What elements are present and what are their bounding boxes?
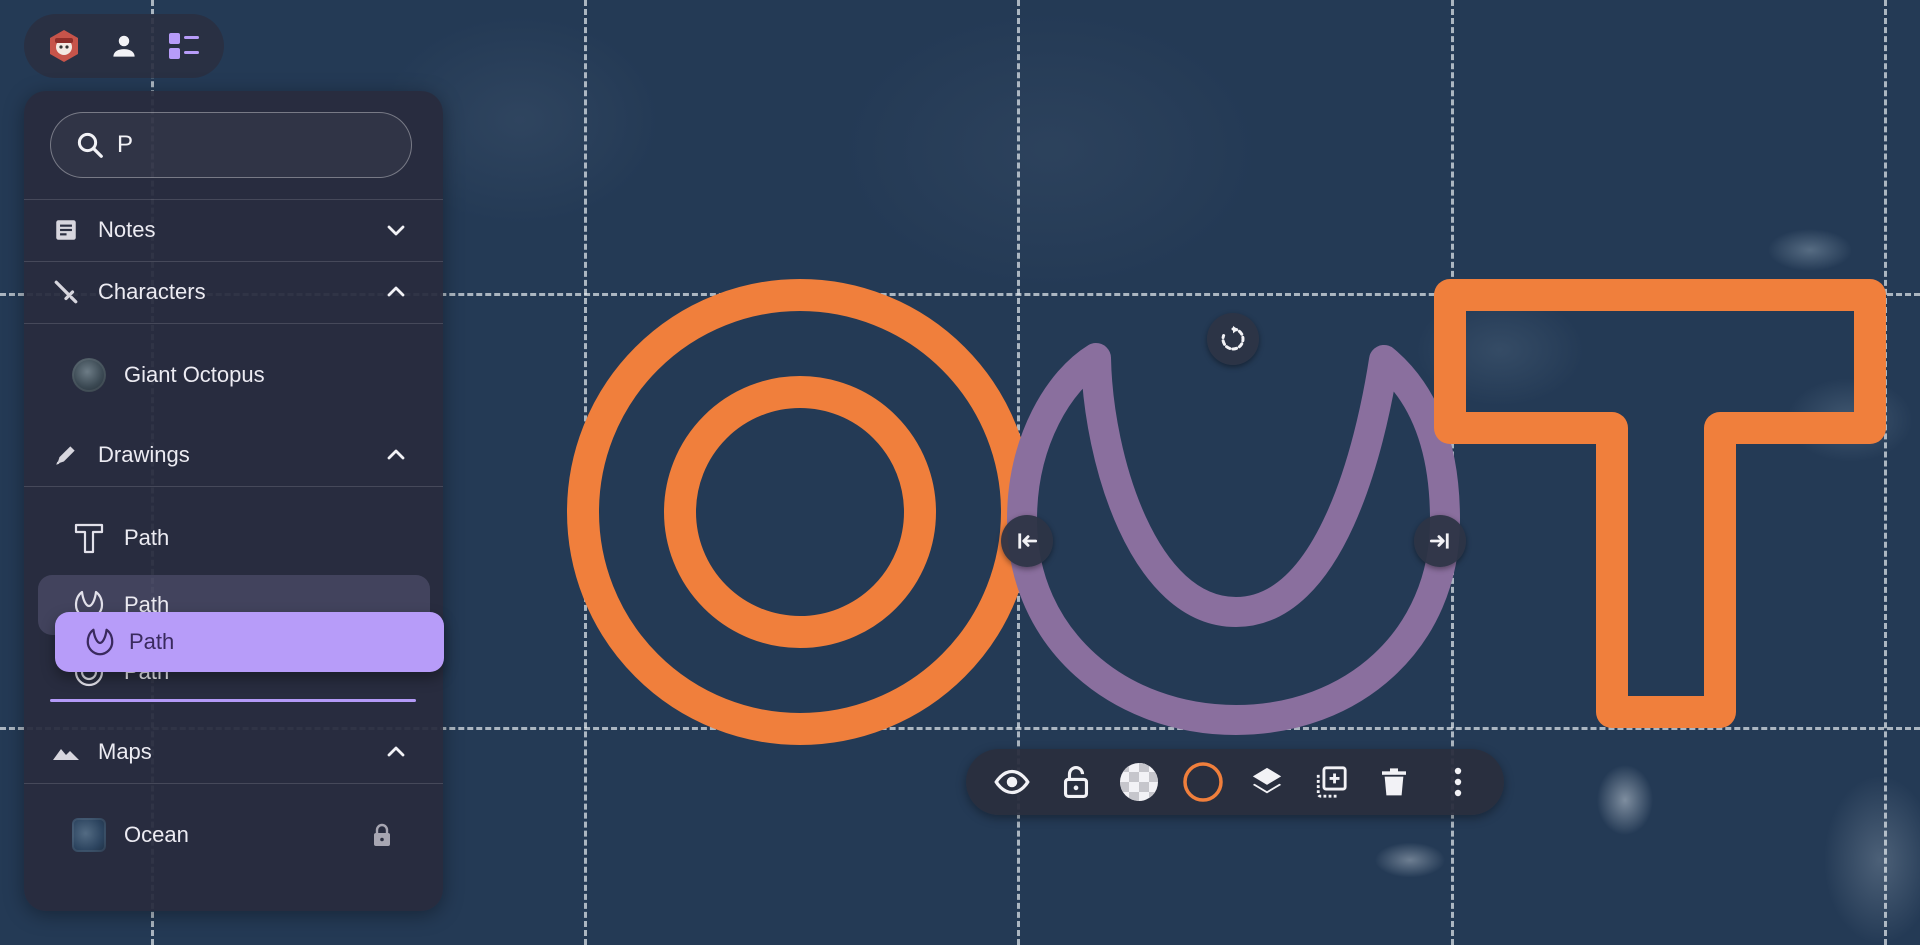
t-drawing[interactable] [1434, 279, 1886, 728]
duplicate-icon [1316, 766, 1347, 798]
duplicate-button[interactable] [1307, 758, 1355, 806]
section-characters-header[interactable]: Characters [24, 262, 443, 322]
lock-icon[interactable] [368, 821, 396, 849]
note-icon [52, 216, 80, 244]
chevron-down-icon[interactable] [382, 216, 410, 244]
map-label: Ocean [124, 822, 189, 847]
divider [24, 486, 443, 487]
search-icon [77, 132, 103, 158]
text-path-icon [72, 521, 106, 555]
visibility-button[interactable] [988, 758, 1036, 806]
panel-list-icon [169, 33, 199, 59]
list-item-map[interactable]: Ocean [38, 805, 430, 865]
list-item-drawing[interactable]: Path [38, 508, 430, 568]
octopus-avatar [72, 358, 106, 392]
ring-drawing[interactable] [567, 279, 1033, 745]
lock-open-icon [1063, 766, 1088, 798]
section-maps-header[interactable]: Maps [24, 722, 443, 782]
stroke-color-icon [1183, 762, 1223, 802]
app-logo-button[interactable] [42, 24, 86, 68]
players-button[interactable] [102, 24, 146, 68]
character-label: Giant Octopus [124, 362, 265, 387]
lock-button[interactable] [1052, 758, 1100, 806]
section-drawings-label: Drawings [98, 442, 190, 467]
drawing-context-toolbar [966, 749, 1504, 815]
delete-icon [1382, 768, 1407, 796]
resize-right-handle[interactable] [1414, 515, 1466, 567]
top-toolbar [24, 14, 224, 78]
drag-ghost-label: Path [129, 629, 175, 654]
arrow-right-bar-icon [1429, 533, 1449, 549]
arc-drawing[interactable] [1007, 343, 1460, 735]
chevron-up-icon[interactable] [382, 738, 410, 766]
opacity-icon [1120, 763, 1159, 801]
section-notes-header[interactable]: Notes [24, 200, 443, 260]
logo-icon [50, 30, 78, 62]
person-icon [113, 35, 135, 57]
opacity-button[interactable] [1115, 758, 1163, 806]
mountain-icon [52, 738, 80, 766]
chevron-up-icon[interactable] [382, 441, 410, 469]
section-maps-label: Maps [98, 739, 152, 764]
list-item-character[interactable]: Giant Octopus [38, 345, 430, 405]
eye-icon [994, 769, 1030, 795]
arrow-left-bar-icon [1018, 533, 1038, 549]
search-box[interactable] [50, 112, 412, 178]
divider [24, 783, 443, 784]
drag-ghost-item[interactable]: Path [55, 612, 444, 672]
chevron-up-icon[interactable] [382, 278, 410, 306]
toggle-panel-button[interactable] [162, 24, 206, 68]
rotate-handle[interactable] [1207, 313, 1259, 365]
search-input[interactable] [115, 130, 399, 160]
drawing-label: Path [124, 525, 170, 550]
divider [24, 323, 443, 324]
more-options-button[interactable] [1434, 758, 1482, 806]
resize-left-handle[interactable] [1001, 515, 1053, 567]
ocean-map-thumbnail [72, 818, 106, 852]
sword-icon [52, 278, 80, 306]
pencil-icon [52, 441, 80, 469]
stroke-color-button[interactable] [1179, 758, 1227, 806]
arc-path-icon [83, 625, 117, 659]
delete-button[interactable] [1370, 758, 1418, 806]
sidebar-panel: Notes Characters Giant Octopus Drawings [24, 91, 443, 911]
layers-button[interactable] [1243, 758, 1291, 806]
more-icon [1454, 767, 1462, 797]
rotate-icon [1221, 325, 1245, 351]
section-drawings-header[interactable]: Drawings [24, 425, 443, 485]
section-characters-label: Characters [98, 279, 206, 304]
layers-icon [1252, 767, 1282, 794]
section-notes-label: Notes [98, 217, 156, 242]
drop-indicator [50, 699, 416, 702]
